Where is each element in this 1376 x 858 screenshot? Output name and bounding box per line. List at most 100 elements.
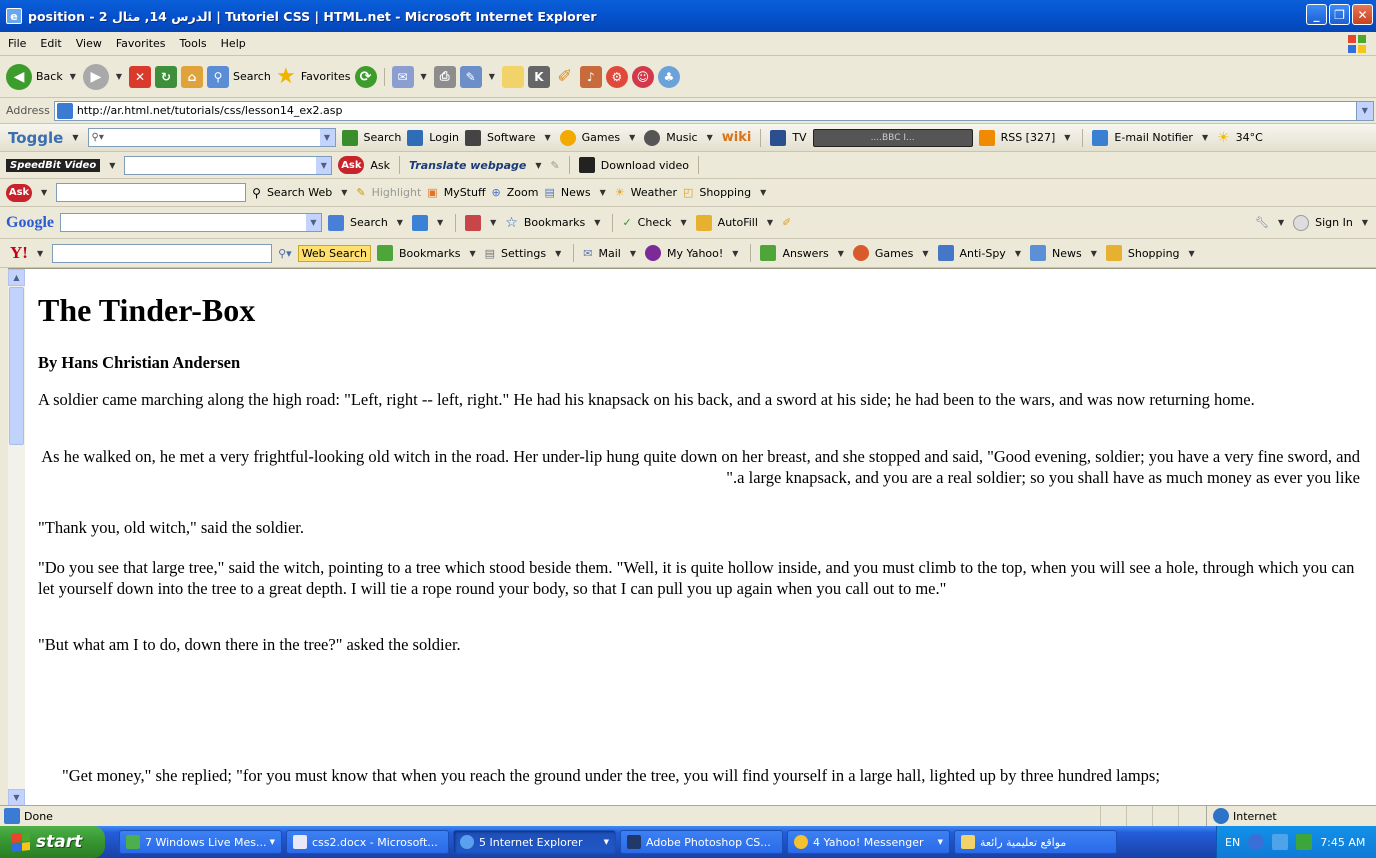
scroll-up-icon[interactable]: ▲ bbox=[8, 269, 25, 286]
tv-player[interactable]: ....BBC I... bbox=[812, 128, 973, 147]
download-video[interactable]: Download video bbox=[601, 159, 689, 172]
ask-mystuff[interactable]: MyStuff bbox=[444, 186, 486, 199]
menu-view[interactable]: View bbox=[76, 37, 102, 50]
mail-icon[interactable]: ✉ bbox=[391, 65, 414, 88]
toggle-search[interactable]: Search bbox=[364, 131, 402, 144]
scroll-thumb[interactable] bbox=[9, 287, 24, 445]
favorites-button-label[interactable]: Favorites bbox=[301, 70, 351, 83]
task-word[interactable]: css2.docx - Microsoft... bbox=[286, 830, 449, 854]
toggle-wiki[interactable]: wiki bbox=[722, 130, 752, 145]
toggle-temperature[interactable]: 34°C bbox=[1236, 131, 1263, 144]
menu-favorites[interactable]: Favorites bbox=[116, 37, 166, 50]
ask-news[interactable]: News bbox=[561, 186, 591, 199]
discuss-icon[interactable] bbox=[501, 65, 524, 88]
edit-icon[interactable]: ✎ bbox=[459, 65, 482, 88]
yahoo-my-yahoo[interactable]: My Yahoo! bbox=[667, 247, 723, 260]
windows-messenger-icon[interactable]: ♣ bbox=[657, 65, 680, 88]
google-search[interactable]: Search bbox=[350, 216, 388, 229]
print-icon[interactable]: ⎙ bbox=[433, 65, 456, 88]
security-zone[interactable]: Internet bbox=[1206, 806, 1376, 826]
forward-arrow-icon[interactable]: ▶ bbox=[82, 63, 109, 90]
minimize-button[interactable]: _ bbox=[1306, 4, 1327, 25]
toggle-music[interactable]: Music bbox=[666, 131, 697, 144]
ask-logo-icon[interactable]: Ask bbox=[6, 183, 32, 202]
ask-search-input[interactable] bbox=[56, 183, 247, 202]
speedbit-ask[interactable]: Ask bbox=[370, 159, 390, 172]
google-bookmarks[interactable]: Bookmarks bbox=[524, 216, 585, 229]
forward-dropdown[interactable]: ▼ bbox=[116, 72, 122, 81]
translate-webpage[interactable]: Translate webpage bbox=[409, 159, 526, 172]
toggle-software[interactable]: Software bbox=[487, 131, 536, 144]
clock[interactable]: 7:45 AM bbox=[1320, 836, 1365, 849]
toggle-login[interactable]: Login bbox=[429, 131, 459, 144]
toggle-email-notifier[interactable]: E-mail Notifier bbox=[1114, 131, 1193, 144]
ask-search-web[interactable]: Search Web bbox=[267, 186, 332, 199]
task-folder[interactable]: مواقع تعليمية رائعة bbox=[954, 830, 1117, 854]
ask-zoom[interactable]: Zoom bbox=[507, 186, 539, 199]
stop-icon[interactable]: ✕ bbox=[129, 65, 152, 88]
yahoo-mail[interactable]: Mail bbox=[599, 247, 621, 260]
task-internet-explorer[interactable]: 5 Internet Explorer ▼ bbox=[453, 830, 616, 854]
yahoo-messenger-icon[interactable]: ☺ bbox=[631, 65, 654, 88]
google-autofill[interactable]: AutoFill bbox=[718, 216, 758, 229]
task-yahoo-messenger[interactable]: 4 Yahoo! Messenger ▼ bbox=[787, 830, 950, 854]
menu-tools[interactable]: Tools bbox=[180, 37, 207, 50]
back-arrow-icon[interactable]: ◀ bbox=[6, 63, 32, 90]
history-icon[interactable]: ⟳ bbox=[354, 65, 377, 88]
yahoo-news[interactable]: News bbox=[1052, 247, 1082, 260]
google-sign-in[interactable]: Sign In bbox=[1315, 216, 1353, 229]
messenger-status-icon[interactable] bbox=[1296, 834, 1313, 850]
task-photoshop[interactable]: Adobe Photoshop CS... bbox=[620, 830, 783, 854]
toggle-search-input[interactable]: ⚲▾ ▼ bbox=[87, 128, 336, 147]
google-logo[interactable]: Google bbox=[6, 214, 54, 232]
messenger-icon[interactable]: K bbox=[527, 65, 550, 88]
toggle-games[interactable]: Games bbox=[582, 131, 620, 144]
menu-help[interactable]: Help bbox=[221, 37, 246, 50]
start-button[interactable]: start bbox=[0, 826, 105, 858]
home-icon[interactable]: ⌂ bbox=[181, 65, 204, 88]
address-input[interactable]: http://ar.html.net/tutorials/css/lesson1… bbox=[53, 100, 1374, 121]
puzzle-icon[interactable] bbox=[411, 214, 428, 231]
favorites-star-icon[interactable]: ★ bbox=[275, 64, 297, 89]
research-icon[interactable]: ✐ bbox=[554, 66, 576, 88]
back-button-label[interactable]: Back bbox=[36, 70, 63, 83]
yahoo-answers[interactable]: Answers bbox=[782, 247, 828, 260]
menu-file[interactable]: File bbox=[8, 37, 26, 50]
back-dropdown[interactable]: ▼ bbox=[70, 72, 76, 81]
yahoo-web-search[interactable]: Web Search bbox=[297, 244, 371, 262]
yahoo-anti-spy[interactable]: Anti-Spy bbox=[960, 247, 1006, 260]
vertical-scrollbar[interactable]: ▲ ▼ bbox=[8, 269, 25, 805]
scroll-down-icon[interactable]: ▼ bbox=[8, 789, 25, 805]
task-windows-live-messenger[interactable]: 7 Windows Live Mes... ▼ bbox=[119, 830, 282, 854]
google-check[interactable]: Check bbox=[638, 216, 672, 229]
google-search-input[interactable]: ▼ bbox=[60, 213, 322, 232]
media-icon[interactable]: ♪ bbox=[579, 65, 602, 88]
go-icon[interactable] bbox=[341, 129, 358, 146]
speedbit-brand[interactable]: SpeedBit Video bbox=[6, 158, 101, 172]
network-icon[interactable] bbox=[1272, 834, 1289, 850]
maximize-button[interactable]: ❐ bbox=[1329, 4, 1350, 25]
toggle-brand[interactable]: Toggle bbox=[8, 129, 63, 147]
settings-icon[interactable]: ⚙ bbox=[605, 65, 628, 88]
ask-weather[interactable]: Weather bbox=[631, 186, 677, 199]
title-bar[interactable]: e position - 2 الدرس 14, مثال | Tutoriel… bbox=[0, 0, 1376, 32]
popup-blocker-icon[interactable] bbox=[465, 214, 482, 231]
yahoo-shopping[interactable]: Shopping bbox=[1128, 247, 1180, 260]
yahoo-settings[interactable]: Settings bbox=[501, 247, 546, 260]
yahoo-search-input[interactable] bbox=[52, 243, 273, 263]
toggle-tv[interactable]: TV bbox=[792, 131, 806, 144]
search-button-label[interactable]: Search bbox=[233, 70, 271, 83]
menu-edit[interactable]: Edit bbox=[40, 37, 61, 50]
yahoo-bookmarks[interactable]: Bookmarks bbox=[399, 247, 460, 260]
address-url[interactable]: http://ar.html.net/tutorials/css/lesson1… bbox=[77, 104, 343, 117]
tray-arrow-icon[interactable] bbox=[1248, 834, 1265, 850]
address-dropdown[interactable]: ▼ bbox=[1355, 101, 1373, 120]
ask-highlight[interactable]: Highlight bbox=[372, 186, 422, 199]
refresh-icon[interactable]: ↻ bbox=[155, 65, 178, 88]
ask-shopping[interactable]: Shopping bbox=[699, 186, 751, 199]
search-icon[interactable]: ⚲ bbox=[207, 65, 230, 88]
yahoo-games[interactable]: Games bbox=[875, 247, 913, 260]
speedbit-search-input[interactable]: ▼ bbox=[124, 155, 333, 175]
toggle-rss[interactable]: RSS [327] bbox=[1001, 131, 1056, 144]
pencil-icon[interactable]: ✐ bbox=[782, 216, 791, 229]
